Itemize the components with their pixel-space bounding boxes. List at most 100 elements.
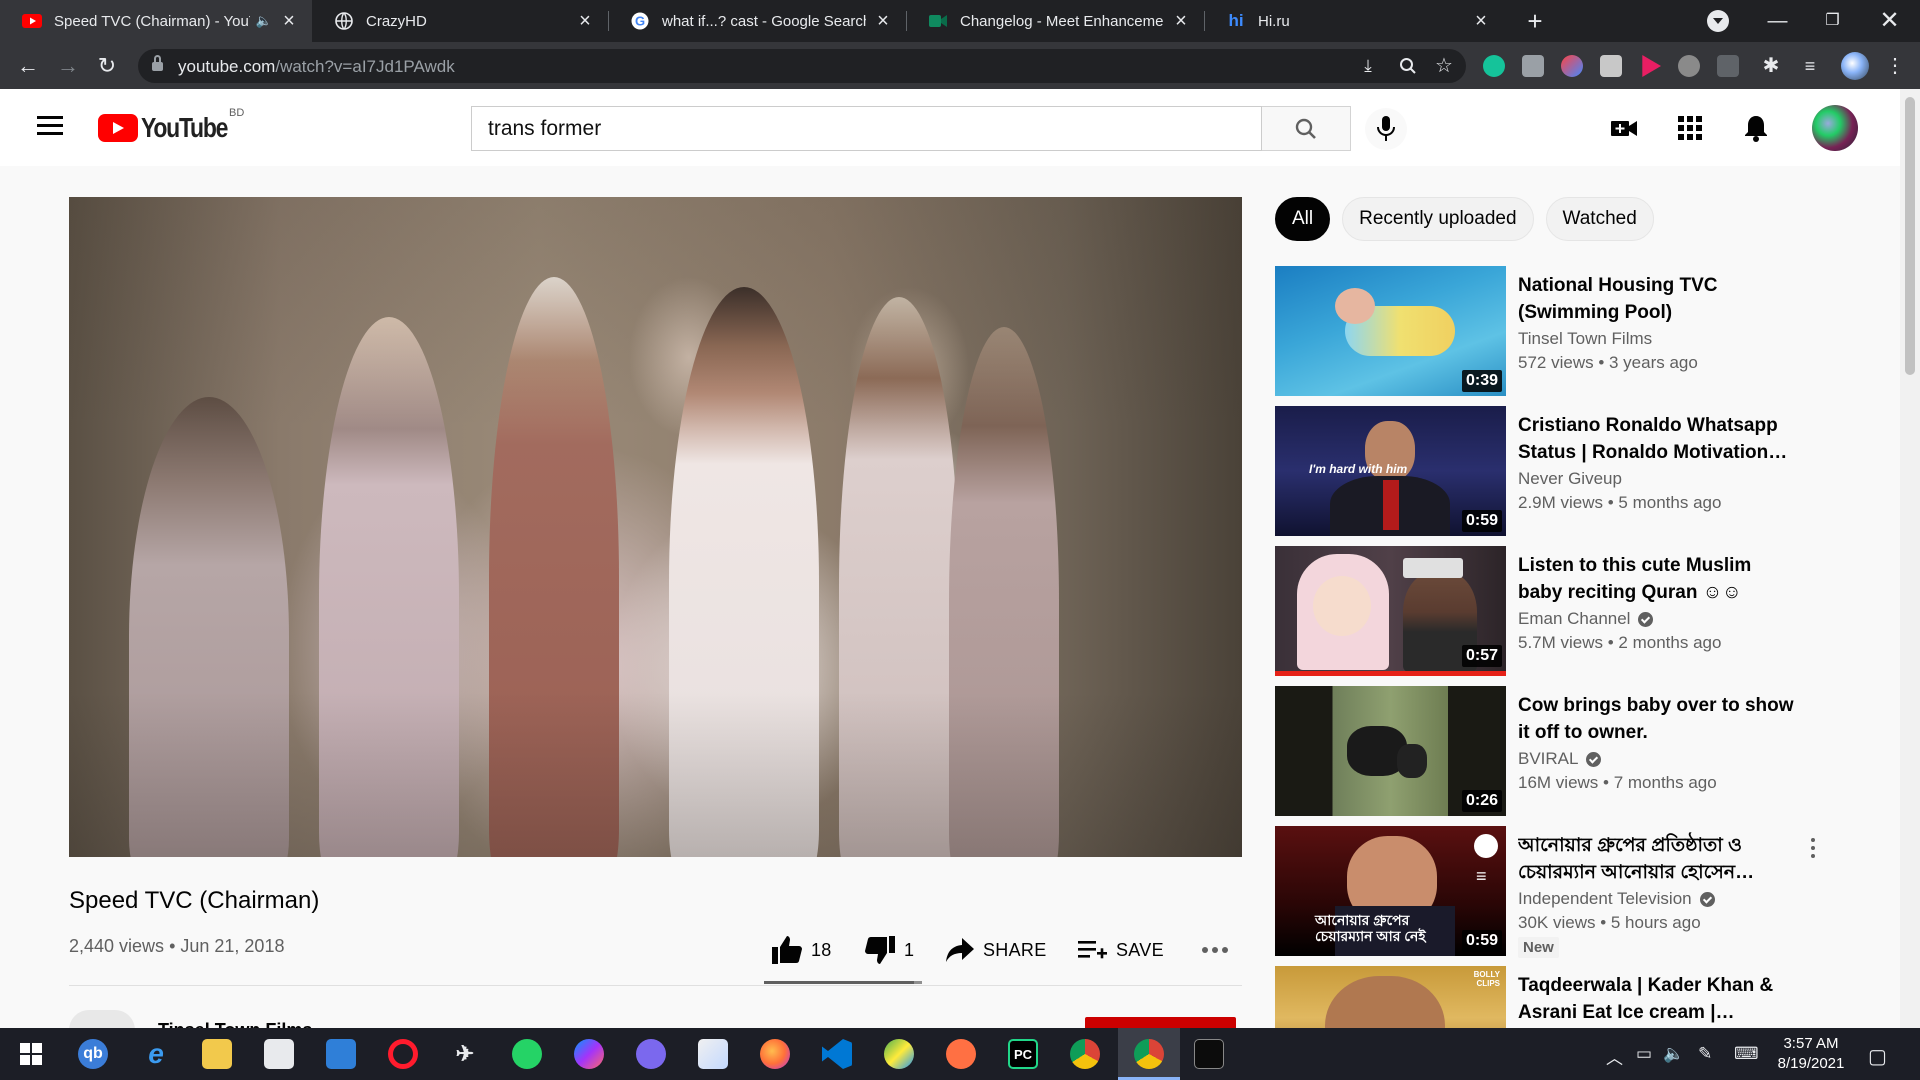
apps-grid-icon[interactable] [1675, 113, 1705, 143]
close-tab-icon[interactable]: × [1470, 10, 1492, 33]
pycharm-icon[interactable]: PC [1008, 1039, 1038, 1069]
media-control-icon[interactable]: ≡ [1799, 55, 1821, 77]
channel-avatar[interactable] [69, 1010, 135, 1030]
more-options-icon[interactable] [1801, 836, 1825, 860]
search-button[interactable] [1262, 106, 1351, 151]
menu-icon[interactable] [37, 116, 63, 136]
chip-all[interactable]: All [1275, 197, 1331, 241]
satellite-icon[interactable]: ✈ [450, 1039, 480, 1069]
tab-youtube[interactable]: Speed TVC (Chairman) - YouTube 🔈 × [0, 0, 312, 42]
new-tab-button[interactable]: + [1520, 6, 1550, 36]
url-text[interactable]: youtube.com/watch?v=aI7Jd1PAwdk [178, 57, 455, 77]
notifications-bell-icon[interactable] [1741, 113, 1771, 143]
restore-button[interactable]: ❐ [1805, 0, 1860, 42]
tab-hi-ru[interactable]: hi Hi.ru × [1204, 0, 1504, 42]
puzzle-extensions-icon[interactable]: ✱ [1760, 55, 1782, 77]
edge-icon[interactable]: e [141, 1038, 171, 1069]
play-extension-icon[interactable] [1642, 55, 1661, 77]
back-button[interactable]: ← [12, 50, 44, 82]
close-tab-icon[interactable]: × [1170, 10, 1192, 33]
profile-avatar-icon[interactable] [1841, 52, 1869, 80]
store-icon[interactable] [264, 1039, 294, 1069]
close-tab-icon[interactable]: × [574, 10, 596, 33]
video-thumbnail[interactable]: 0:26 [1275, 686, 1506, 816]
youtube-logo[interactable]: YouTube [98, 112, 246, 143]
whatsapp-icon[interactable] [512, 1039, 542, 1069]
close-tab-icon[interactable]: × [872, 10, 894, 33]
chip-recently-uploaded[interactable]: Recently uploaded [1342, 197, 1534, 241]
pen-workspace-icon[interactable]: ✎ [1698, 1044, 1712, 1064]
recommendation-item[interactable]: আনোয়ার গ্রুপের চেয়ারম্যান আর নেই ≡ 0:5… [1275, 826, 1855, 958]
dislike-button[interactable]: 1 [864, 933, 914, 967]
chrome-icon[interactable] [1070, 1039, 1100, 1069]
watch-later-icon[interactable] [1474, 834, 1498, 858]
video-player[interactable] [69, 197, 1242, 857]
vscode-icon[interactable] [822, 1039, 852, 1069]
minimize-button[interactable]: — [1750, 0, 1805, 42]
reload-button[interactable]: ↻ [91, 50, 123, 82]
like-button[interactable]: 18 [771, 933, 832, 967]
tray-overflow-icon[interactable]: ︿ [1606, 1044, 1623, 1069]
tab-crazyhd[interactable]: CrazyHD × [312, 0, 608, 42]
tab-google-search[interactable]: G what if...? cast - Google Search × [608, 0, 906, 42]
address-bar[interactable]: youtube.com/watch?v=aI7Jd1PAwdk ⤓ ☆ [138, 49, 1466, 83]
tab-search-icon[interactable] [1707, 10, 1729, 32]
github-icon[interactable] [636, 1039, 666, 1069]
opera-icon[interactable] [388, 1039, 418, 1069]
keyboard-icon[interactable]: ⌨ [1734, 1044, 1759, 1064]
recommendation-item[interactable]: 0:26 Cow brings baby over to show it off… [1275, 686, 1855, 816]
voice-search-button[interactable] [1365, 108, 1407, 150]
windows-start-icon[interactable] [16, 1039, 46, 1069]
recommendation-title[interactable]: Cristiano Ronaldo Whatsapp Status | Rona… [1518, 412, 1798, 466]
forward-button[interactable]: → [52, 50, 84, 82]
volume-icon[interactable]: 🔈 [1663, 1044, 1684, 1064]
scrollbar-thumb[interactable] [1905, 97, 1915, 375]
taskbar-chrome-active[interactable] [1118, 1028, 1180, 1080]
recommendation-title[interactable]: আনোয়ার গ্রুপের প্রতিষ্ঠাতা ও চেয়ারম্যা… [1518, 832, 1798, 886]
chip-watched[interactable]: Watched [1545, 197, 1654, 241]
taskbar-clock[interactable]: 3:57 AM 8/19/2021 [1771, 1034, 1851, 1074]
chrome-menu-icon[interactable]: ⋮ [1884, 55, 1906, 77]
page-scrollbar[interactable] [1900, 89, 1920, 1028]
terminal-icon[interactable] [1194, 1039, 1224, 1069]
video-thumbnail[interactable]: 0:39 [1275, 266, 1506, 396]
recommendation-title[interactable]: National Housing TVC (Swimming Pool) [1518, 272, 1798, 326]
recommendation-item[interactable]: 0:57 Listen to this cute Muslim baby rec… [1275, 546, 1855, 676]
tab-changelog[interactable]: Changelog - Meet Enhancement Suite × [906, 0, 1204, 42]
firefox-icon[interactable] [760, 1039, 790, 1069]
camera-extension-icon[interactable] [1522, 55, 1544, 77]
terminal-extension-icon[interactable] [1717, 55, 1739, 77]
share-button[interactable]: SHARE [945, 933, 1047, 967]
create-video-icon[interactable] [1609, 113, 1639, 143]
messenger-icon[interactable] [574, 1039, 604, 1069]
save-button[interactable]: SAVE [1078, 933, 1164, 967]
recommendation-title[interactable]: Cow brings baby over to show it off to o… [1518, 692, 1798, 746]
zoom-icon[interactable] [1399, 57, 1417, 75]
recommendation-item[interactable]: BOLLY CLIPS Taqdeerwala | Kader Khan & A… [1275, 966, 1855, 1028]
search-input[interactable] [472, 107, 1261, 150]
recommendation-title[interactable]: Listen to this cute Muslim baby reciting… [1518, 552, 1798, 606]
account-avatar[interactable] [1812, 105, 1858, 151]
close-window-button[interactable]: ✕ [1862, 0, 1917, 42]
color-extension-icon[interactable] [1561, 55, 1583, 77]
globe-app-icon[interactable] [884, 1039, 914, 1069]
install-app-icon[interactable]: ⤓ [1359, 57, 1377, 75]
more-actions-button[interactable] [1201, 933, 1229, 967]
paint-icon[interactable] [698, 1039, 728, 1069]
mail-icon[interactable] [326, 1039, 356, 1069]
gray-extension-icon[interactable] [1600, 55, 1622, 77]
pen-app-icon[interactable] [946, 1039, 976, 1069]
close-tab-icon[interactable]: × [278, 10, 300, 33]
video-thumbnail[interactable]: BOLLY CLIPS [1275, 966, 1506, 1028]
recommendation-title[interactable]: Taqdeerwala | Kader Khan & Asrani Eat Ic… [1518, 972, 1798, 1026]
add-to-queue-icon[interactable]: ≡ [1476, 866, 1496, 886]
network-icon[interactable]: ▭ [1636, 1044, 1652, 1064]
qbittorrent-icon[interactable]: qb [78, 1039, 108, 1069]
video-thumbnail[interactable]: 0:57 [1275, 546, 1506, 676]
recommendation-item[interactable]: 0:39 National Housing TVC (Swimming Pool… [1275, 266, 1855, 396]
bookmark-star-icon[interactable]: ☆ [1435, 56, 1453, 76]
grammarly-extension-icon[interactable] [1483, 55, 1505, 77]
file-explorer-icon[interactable] [202, 1039, 232, 1069]
video-thumbnail[interactable]: I'm hard with him 0:59 [1275, 406, 1506, 536]
lock-icon[interactable] [152, 55, 163, 71]
